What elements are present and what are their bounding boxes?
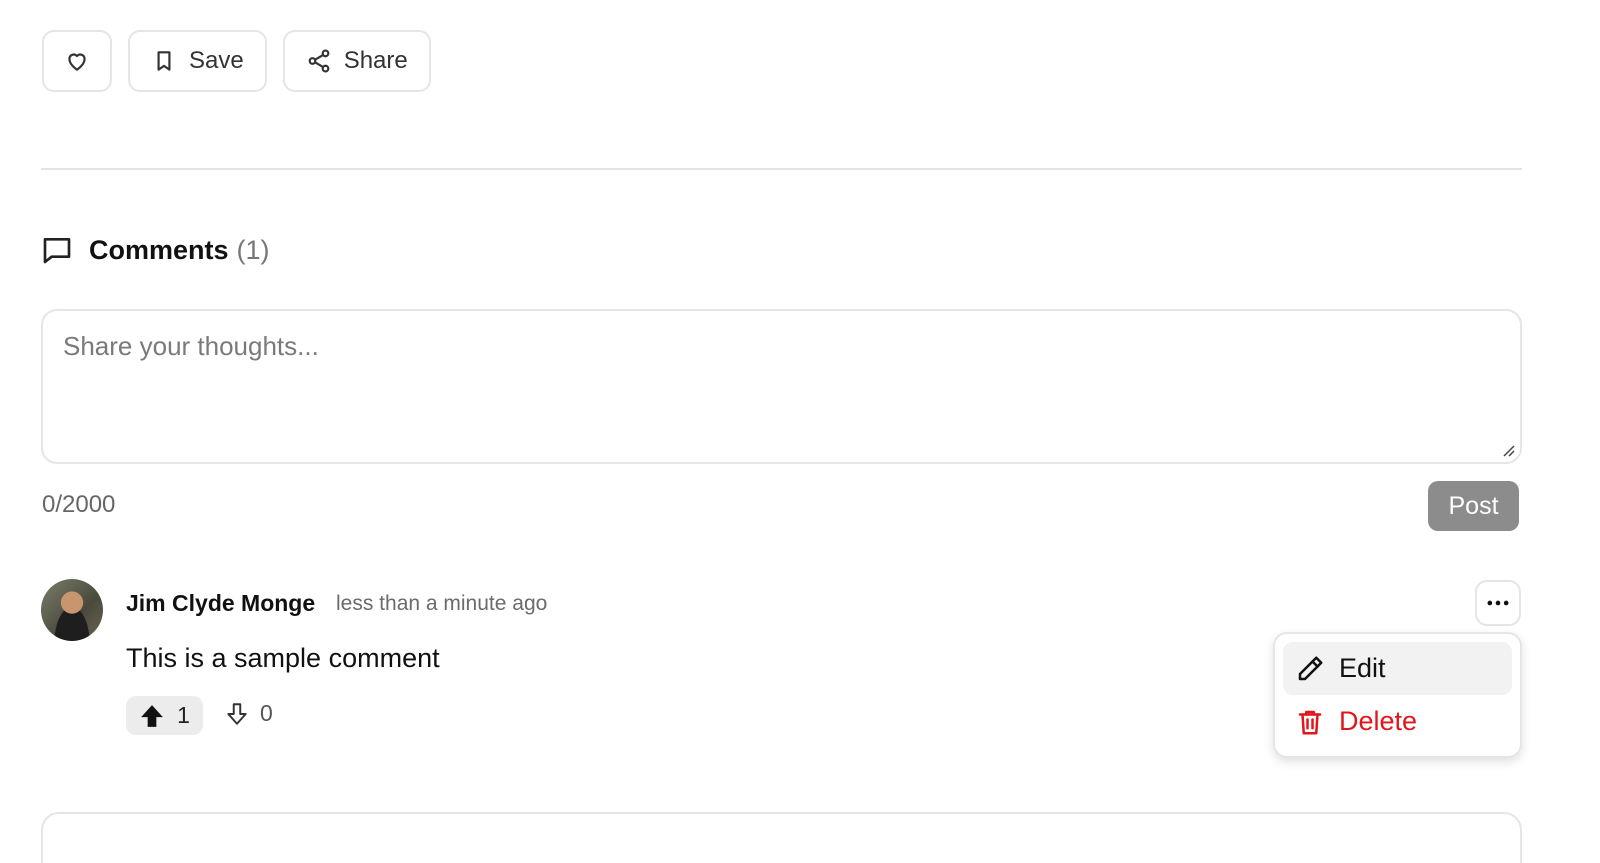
menu-item-edit[interactable]: Edit: [1283, 642, 1512, 695]
comments-title: Comments: [89, 234, 229, 265]
comment-text: This is a sample comment: [126, 643, 440, 673]
upvote-count: 1: [177, 702, 190, 728]
arrow-down-icon: [227, 702, 247, 725]
more-horizontal-icon: [1487, 600, 1509, 606]
upvote-button[interactable]: 1: [126, 696, 203, 735]
pencil-icon: [1298, 656, 1323, 680]
comments-count: (1): [236, 234, 270, 265]
bookmark-icon: [157, 51, 171, 71]
like-button[interactable]: [42, 30, 112, 92]
post-detail-page: Save Share Comments (1) Share your thoug…: [0, 0, 1600, 863]
comment-author: Jim Clyde Monge: [126, 590, 316, 616]
post-button[interactable]: Post: [1428, 481, 1519, 531]
share-icon: [308, 49, 330, 73]
heart-icon: [68, 53, 86, 71]
comment-more-button[interactable]: [1475, 580, 1521, 626]
avatar: [41, 579, 103, 641]
downvote-count: 0: [260, 700, 273, 726]
arrow-up-filled-icon: [141, 704, 163, 727]
trash-icon: [1298, 710, 1322, 734]
comment-actions-menu: Edit Delete: [1273, 632, 1522, 758]
comment-timestamp: less than a minute ago: [336, 592, 548, 615]
resize-grip-icon[interactable]: [1500, 442, 1516, 458]
comment-icon: [43, 238, 71, 264]
downvote-button[interactable]: 0: [224, 700, 273, 727]
next-comment-card: [41, 812, 1522, 863]
share-button[interactable]: Share: [282, 30, 431, 92]
share-label: Share: [343, 47, 408, 74]
comments-header: Comments (1): [41, 234, 270, 266]
save-label: Save: [189, 47, 244, 74]
comment-input-placeholder: Share your thoughts...: [63, 331, 319, 361]
menu-item-delete[interactable]: Delete: [1283, 695, 1512, 748]
menu-item-edit-label: Edit: [1339, 653, 1386, 683]
menu-item-delete-label: Delete: [1339, 706, 1418, 736]
comment-input[interactable]: Share your thoughts...: [41, 309, 1522, 464]
char-counter: 0/2000: [42, 491, 116, 518]
post-actions: Save Share: [42, 30, 431, 92]
section-divider: [41, 168, 1522, 170]
save-button[interactable]: Save: [128, 30, 267, 92]
